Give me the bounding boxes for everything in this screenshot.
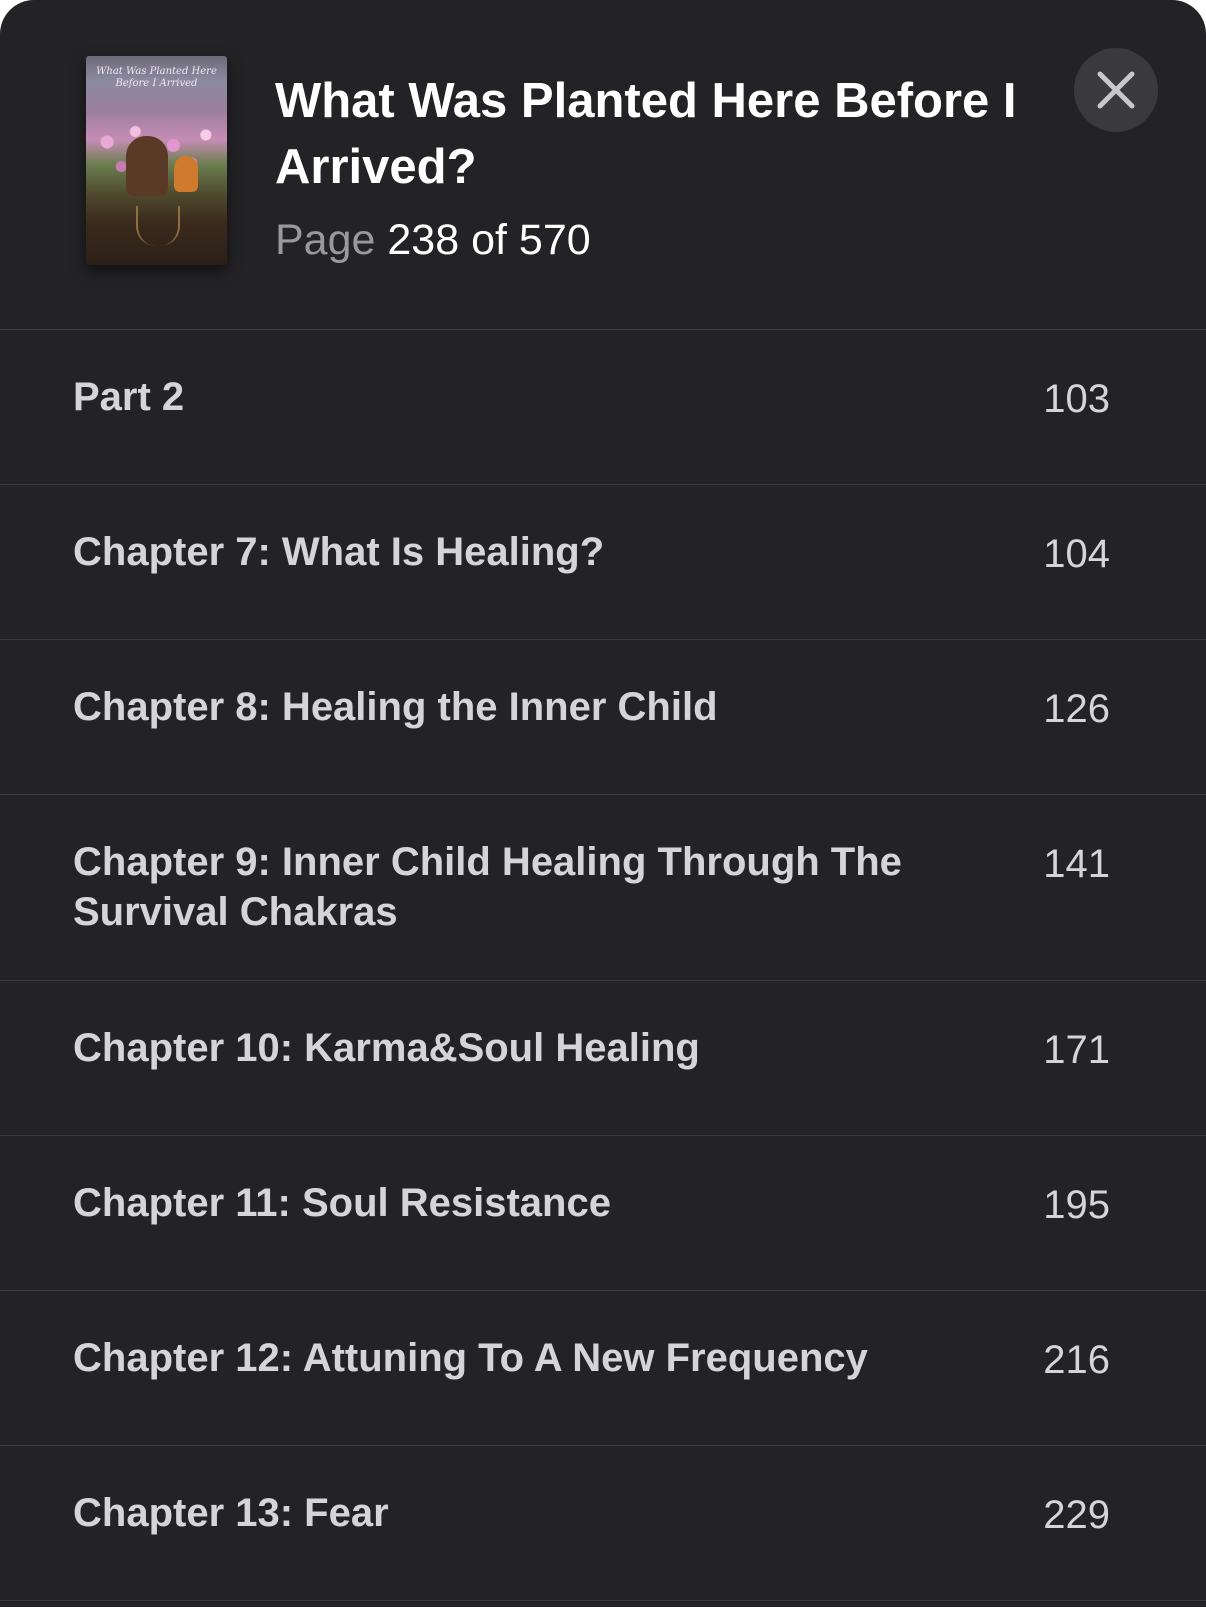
toc-item-page: 195 xyxy=(1043,1183,1110,1227)
toc-item-chapter-13[interactable]: Chapter 13: Fear 229 xyxy=(0,1446,1206,1601)
toc-item-page: 104 xyxy=(1043,532,1110,576)
toc-item-chapter-9[interactable]: Chapter 9: Inner Child Healing Through T… xyxy=(0,795,1206,981)
toc-item-page: 171 xyxy=(1043,1028,1110,1072)
toc-item-part-2[interactable]: Part 2 103 xyxy=(0,330,1206,485)
toc-item-title: Chapter 10: Karma&Soul Healing xyxy=(73,1026,700,1070)
page-label: Page xyxy=(275,216,376,264)
toc-item-title: Chapter 11: Soul Resistance xyxy=(73,1181,611,1225)
toc-item-title: Chapter 7: What Is Healing? xyxy=(73,530,605,574)
current-page: 238 xyxy=(387,216,460,264)
cover-title-script: What Was Planted Here Before I Arrived xyxy=(96,66,217,89)
toc-list: Part 2 103 Chapter 7: What Is Healing? 1… xyxy=(0,330,1206,1601)
toc-item-page: 216 xyxy=(1043,1338,1110,1382)
total-pages: 570 xyxy=(518,216,591,264)
table-of-contents-sheet: What Was Planted Here Before I Arrived W… xyxy=(0,0,1206,1607)
cover-child-art xyxy=(174,156,198,192)
toc-item-page: 126 xyxy=(1043,687,1110,731)
toc-item-chapter-7[interactable]: Chapter 7: What Is Healing? 104 xyxy=(0,485,1206,640)
book-title: What Was Planted Here Before I Arrived? xyxy=(275,74,1017,194)
toc-item-page: 103 xyxy=(1043,377,1110,421)
toc-item-title: Chapter 12: Attuning To A New Frequency xyxy=(73,1336,868,1380)
toc-item-page: 229 xyxy=(1043,1493,1110,1537)
book-header: What Was Planted Here Before I Arrived W… xyxy=(0,0,1206,330)
toc-item-title: Chapter 8: Healing the Inner Child xyxy=(73,685,718,729)
cover-figure-art xyxy=(126,136,168,196)
toc-item-title: Part 2 xyxy=(73,375,185,419)
toc-item-chapter-8[interactable]: Chapter 8: Healing the Inner Child 126 xyxy=(0,640,1206,795)
toc-item-chapter-12[interactable]: Chapter 12: Attuning To A New Frequency … xyxy=(0,1291,1206,1446)
page-of-label: of xyxy=(471,216,507,264)
toc-item-chapter-10[interactable]: Chapter 10: Karma&Soul Healing 171 xyxy=(0,981,1206,1136)
toc-item-chapter-11[interactable]: Chapter 11: Soul Resistance 195 xyxy=(0,1136,1206,1291)
cover-roots-art xyxy=(136,206,180,246)
page-progress: Page 238 of 570 xyxy=(275,212,591,268)
close-icon xyxy=(1097,71,1135,109)
book-cover-image: What Was Planted Here Before I Arrived xyxy=(86,56,227,265)
toc-item-page: 141 xyxy=(1043,842,1110,886)
close-button[interactable] xyxy=(1074,48,1158,132)
toc-item-title: Chapter 9: Inner Child Healing Through T… xyxy=(73,840,902,934)
toc-item-title: Chapter 13: Fear xyxy=(73,1491,389,1535)
